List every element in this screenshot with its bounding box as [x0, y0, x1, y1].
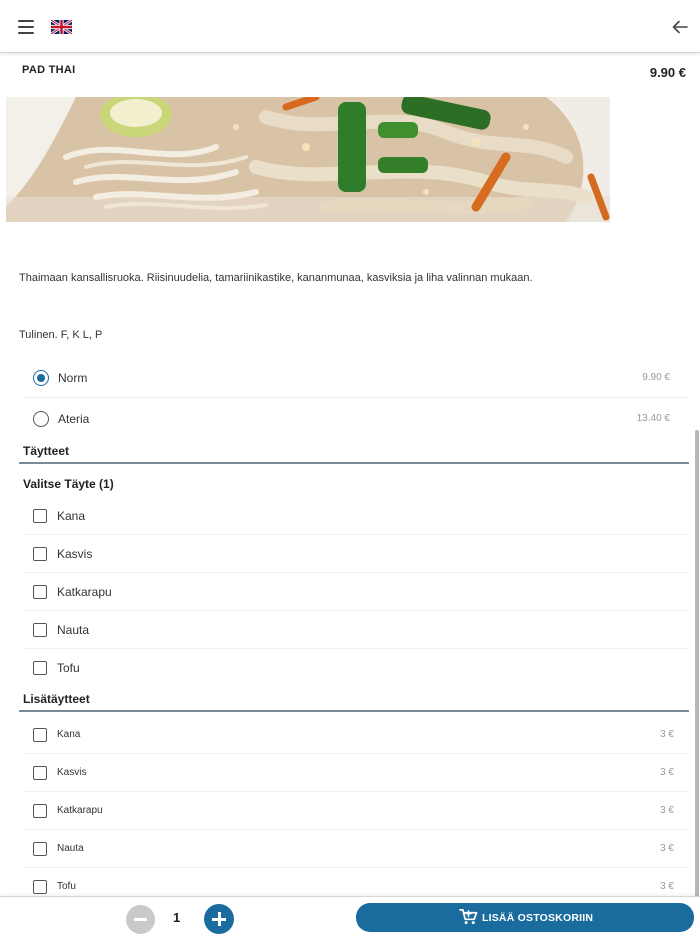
- checkbox[interactable]: [33, 547, 47, 561]
- extra-option-kasvis[interactable]: Kasvis 3 €: [24, 754, 688, 792]
- add-to-cart-button[interactable]: LISÄÄ OSTOSKORIIN: [356, 903, 694, 932]
- checkbox[interactable]: [33, 509, 47, 523]
- section-divider: [19, 462, 689, 464]
- product-price: 9.90 €: [649, 65, 686, 80]
- checkbox[interactable]: [33, 766, 47, 780]
- size-option-price: 9.90 €: [642, 372, 670, 383]
- extra-price: 3 €: [660, 805, 674, 816]
- checkbox[interactable]: [33, 661, 47, 675]
- extra-label: Tofu: [57, 881, 76, 892]
- filling-option-kasvis[interactable]: Kasvis: [24, 535, 688, 573]
- extra-price: 3 €: [660, 881, 674, 892]
- uk-flag-icon[interactable]: [51, 20, 72, 34]
- size-option-ateria[interactable]: Ateria 13.40 €: [24, 399, 688, 439]
- add-to-cart-label: LISÄÄ OSTOSKORIIN: [482, 912, 594, 924]
- scrollbar-thumb[interactable]: [695, 430, 699, 900]
- filling-label: Kana: [57, 509, 86, 523]
- hamburger-menu-icon[interactable]: [18, 20, 34, 34]
- extra-price: 3 €: [660, 729, 674, 740]
- checkbox[interactable]: [33, 804, 47, 818]
- filling-label: Kasvis: [57, 547, 93, 561]
- checkbox[interactable]: [33, 728, 47, 742]
- fillings-subheading: Valitse Täyte (1): [23, 477, 114, 491]
- checkbox[interactable]: [33, 623, 47, 637]
- extra-label: Katkarapu: [57, 805, 103, 816]
- radio-button[interactable]: [33, 411, 49, 427]
- checkbox[interactable]: [33, 585, 47, 599]
- extra-label: Nauta: [57, 843, 84, 854]
- checkbox[interactable]: [33, 842, 47, 856]
- product-description: Thaimaan kansallisruoka. Riisinuudelia, …: [19, 272, 533, 284]
- extras-heading: Lisätäytteet: [23, 692, 90, 706]
- size-option-label: Norm: [58, 371, 88, 385]
- size-option-norm[interactable]: Norm 9.90 €: [24, 358, 688, 398]
- filling-label: Katkarapu: [57, 585, 112, 599]
- filling-option-tofu[interactable]: Tofu: [24, 649, 688, 687]
- product-title: PAD THAI: [22, 64, 76, 76]
- increase-quantity-button[interactable]: [204, 904, 234, 934]
- quantity-value: 1: [173, 910, 181, 925]
- shopping-cart-icon: [459, 909, 478, 925]
- radio-button-selected[interactable]: [33, 370, 49, 386]
- extra-option-nauta[interactable]: Nauta 3 €: [24, 830, 688, 868]
- section-divider: [19, 710, 689, 712]
- top-bar: [0, 0, 700, 53]
- arrow-left-icon[interactable]: [670, 17, 690, 37]
- filling-label: Nauta: [57, 623, 90, 637]
- size-option-price: 13.40 €: [636, 413, 670, 424]
- extra-price: 3 €: [660, 767, 674, 778]
- extra-label: Kana: [57, 729, 81, 740]
- size-option-label: Ateria: [58, 412, 90, 426]
- scrollbar[interactable]: [690, 430, 700, 900]
- fillings-heading: Täytteet: [23, 444, 70, 458]
- allergen-info: Tulinen. F, K L, P: [19, 329, 103, 341]
- extra-price: 3 €: [660, 843, 674, 854]
- filling-option-nauta[interactable]: Nauta: [24, 611, 688, 649]
- extra-option-kana[interactable]: Kana 3 €: [24, 716, 688, 754]
- filling-option-kana[interactable]: Kana: [24, 497, 688, 535]
- filling-label: Tofu: [57, 661, 80, 675]
- decrease-quantity-button[interactable]: [126, 905, 155, 934]
- extra-option-katkarapu[interactable]: Katkarapu 3 €: [24, 792, 688, 830]
- checkbox[interactable]: [33, 880, 47, 894]
- filling-option-katkarapu[interactable]: Katkarapu: [24, 573, 688, 611]
- food-photo: [6, 97, 610, 222]
- extra-label: Kasvis: [57, 767, 87, 778]
